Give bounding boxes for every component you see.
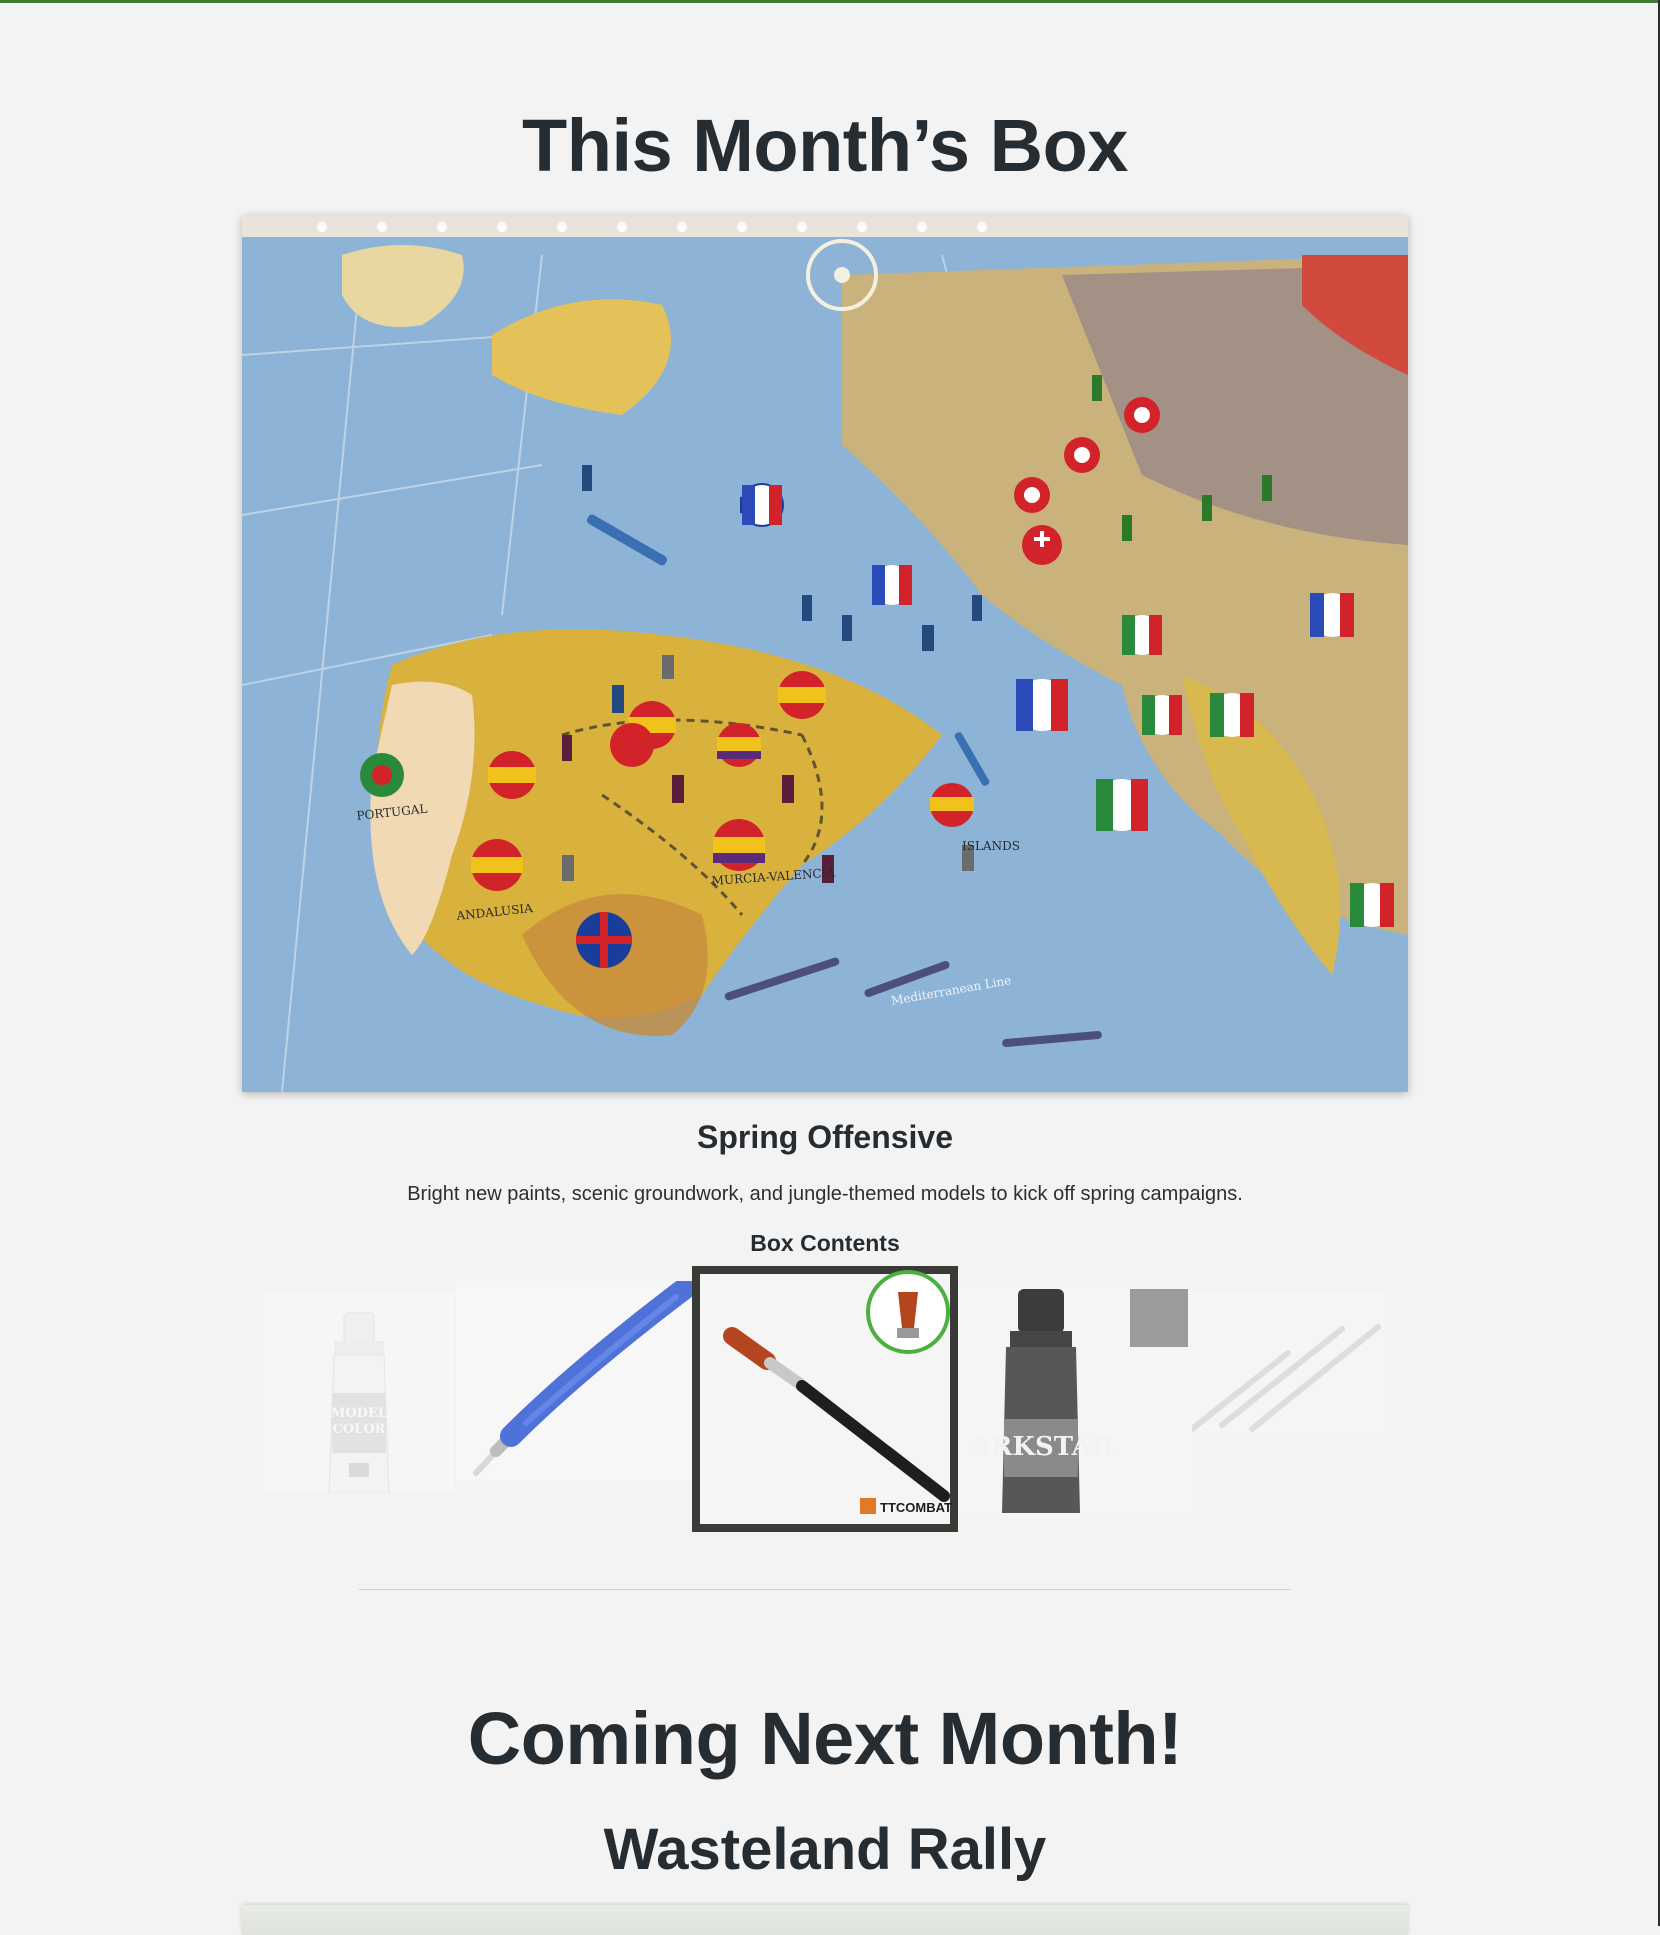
carousel-item-paint-brush[interactable]: TTCOMBAT xyxy=(692,1266,958,1532)
section-title-this-month: This Month’s Box xyxy=(522,104,1128,187)
carousel-item-hobby-knife[interactable] xyxy=(456,1281,692,1481)
ttcombat-logo-icon xyxy=(860,1498,876,1514)
box-contents-carousel[interactable]: MODEL COLOR TTCOMBAT ARKSTAR xyxy=(0,1263,1658,1533)
page: This Month’s Box PORTUGAL ANDALUSIA MURC… xyxy=(0,3,1658,1935)
swatch-thumbnail xyxy=(1130,1289,1188,1347)
paint-bottle-icon: MODEL COLOR xyxy=(328,1312,390,1493)
svg-text:ISLANDS: ISLANDS xyxy=(962,839,1020,853)
box-hero-image: PORTUGAL ANDALUSIA MURCIA-VALENCIA ISLAN… xyxy=(242,215,1408,1092)
box-description: Bright new paints, scenic groundwork, an… xyxy=(407,1183,1243,1205)
paint-label-line1: MODEL xyxy=(331,1406,387,1421)
sculpt-tools-icon xyxy=(1192,1324,1381,1432)
carousel-item-sculpt-tools[interactable] xyxy=(1192,1293,1384,1433)
paint-metallic-label: ARKSTAR xyxy=(970,1432,1114,1462)
next-box-name: Wasteland Rally xyxy=(603,1817,1047,1882)
paint-brush-icon: TTCOMBAT xyxy=(692,1266,958,1532)
brush-brand-label: TTCOMBAT xyxy=(880,1500,952,1515)
box-name: Spring Offensive xyxy=(696,1119,954,1155)
paint-label-line2: COLOR xyxy=(333,1422,386,1437)
hobby-knife-icon xyxy=(473,1281,692,1476)
game-board-photo: PORTUGAL ANDALUSIA MURCIA-VALENCIA ISLAN… xyxy=(242,215,1408,1092)
box-contents-label: Box Contents xyxy=(750,1230,900,1256)
carousel-item-paint-white[interactable]: MODEL COLOR xyxy=(264,1293,454,1493)
carousel-item-paint-metallic[interactable]: ARKSTAR xyxy=(958,1281,1194,1519)
section-divider xyxy=(359,1589,1291,1590)
next-box-image xyxy=(242,1905,1408,1935)
section-title-coming-next: Coming Next Month! xyxy=(467,1697,1183,1780)
paint-bottle-icon: ARKSTAR xyxy=(970,1289,1188,1513)
